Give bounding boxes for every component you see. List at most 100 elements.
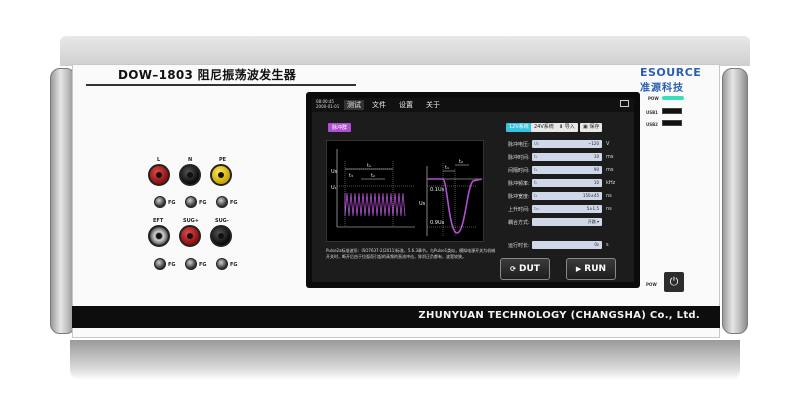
wave-label-u1: U₁: [331, 185, 337, 191]
waveform-diagram: Us U₁ t₁ t₂ t₃ Us 0.1Us 0.9Us t₁ t₂: [326, 140, 484, 242]
terminal-pe[interactable]: [210, 164, 232, 186]
usb2-port[interactable]: [662, 120, 682, 126]
param-field-rise[interactable]: t₅ₘ 5±1.5: [532, 205, 602, 213]
terminal-label-n: N: [188, 157, 193, 163]
monitor-icon[interactable]: [620, 100, 629, 107]
title-underline: [86, 84, 356, 86]
usb1-port[interactable]: [662, 108, 682, 114]
param-label-voltage: 脉冲电压:: [508, 142, 530, 148]
waveform-description: Pulse2a标准波形：ISO7637-2(2011)标准，5.6.3章节。与P…: [326, 248, 496, 259]
param-field-frequency[interactable]: f₀ 10: [532, 179, 602, 187]
param-field-width[interactable]: t₄ 150±45: [532, 192, 602, 200]
footer-company: ZHUNYUAN TECHNOLOGY (CHANGSHA) Co., Ltd.: [418, 310, 700, 321]
terminal-label-sug-minus: SUG-: [215, 218, 229, 224]
terminal-label-sug-plus: SUG+: [183, 218, 199, 224]
fg-label-2: FG: [199, 200, 207, 206]
wave-label-t3: t₃: [349, 173, 353, 179]
menu-test[interactable]: 测试: [344, 100, 364, 110]
run-button[interactable]: ▶ RUN: [566, 258, 616, 280]
runtime-unit: s: [606, 242, 609, 248]
param-label-frequency: 脉冲频率:: [508, 181, 530, 187]
run-button-label: RUN: [584, 264, 607, 274]
fg-terminal-2[interactable]: [185, 196, 197, 208]
model-title: DOW–1803 阻尼振荡波发生器: [118, 68, 297, 82]
arrow-circle-icon: ⟳: [510, 265, 516, 273]
param-field-pulse-time[interactable]: t₁ 10: [532, 153, 602, 161]
fg-label-1: FG: [168, 200, 176, 206]
save-label: 保存: [589, 124, 600, 130]
wave-label-t2: t₂: [371, 173, 375, 179]
terminal-label-pe: PE: [219, 157, 227, 163]
tab-12v-system[interactable]: 12V系统: [506, 123, 532, 132]
chassis-top: [60, 36, 750, 66]
clock-date: 2000-01-01: [316, 104, 340, 109]
device-photo: DOW–1803 阻尼振荡波发生器 ESOURCE 准源科技 ZHUNYUAN …: [0, 0, 800, 410]
param-field-interval[interactable]: t₂ 90: [532, 166, 602, 174]
play-icon: ▶: [575, 265, 582, 273]
pulse-type-tag[interactable]: 脉冲群: [328, 123, 352, 132]
tab-save[interactable]: ▣ 保存: [580, 123, 603, 132]
wave-label-t-peak: t₁: [445, 165, 449, 171]
param-val-voltage: −120: [588, 141, 599, 146]
terminal-label-eft: EFT: [153, 218, 164, 224]
terminal-sug-plus[interactable]: [179, 225, 201, 247]
chassis-bottom: [70, 340, 740, 380]
eft-bnc-connector[interactable]: [148, 225, 170, 247]
param-label-pulse-time: 脉冲时间:: [508, 155, 530, 161]
menu-about[interactable]: 关于: [426, 100, 440, 110]
menu-file[interactable]: 文件: [372, 100, 386, 110]
param-val-pulse-time: 10: [593, 154, 599, 159]
tab-import[interactable]: ⬇ 导入: [556, 123, 578, 132]
waveform-svg: Us U₁ t₁ t₂ t₃ Us 0.1Us 0.9Us t₁ t₂: [331, 149, 483, 236]
fg-terminal-5[interactable]: [185, 258, 197, 270]
fg-terminal-4[interactable]: [154, 258, 166, 270]
fg-terminal-3[interactable]: [216, 196, 228, 208]
power-button-label: POW: [646, 282, 657, 287]
fg-label-4: FG: [168, 262, 176, 268]
param-unit-pulse-time: ms: [606, 154, 614, 160]
menu-settings[interactable]: 设置: [399, 100, 413, 110]
usb1-label: USB1: [646, 110, 658, 115]
screen-clock: 08:00:45 2000-01-01: [316, 99, 339, 109]
dut-button-label: DUT: [518, 264, 540, 274]
fg-terminal-6[interactable]: [216, 258, 228, 270]
terminal-n[interactable]: [179, 164, 201, 186]
fg-label-3: FG: [230, 200, 238, 206]
param-field-voltage[interactable]: Us −120: [532, 140, 602, 148]
param-ph-frequency: f₀: [534, 180, 538, 185]
power-icon: ⏻: [669, 275, 679, 288]
param-val-width: 150±45: [582, 193, 599, 198]
param-label-width: 脉冲宽度:: [508, 194, 530, 200]
terminal-l[interactable]: [148, 164, 170, 186]
param-label-coupling: 耦合方式:: [508, 220, 530, 226]
terminal-sug-minus[interactable]: [210, 225, 232, 247]
param-ph-rise: t₅ₘ: [534, 206, 540, 211]
param-val-interval: 90: [593, 167, 599, 172]
wave-label-t1: t₁: [367, 163, 371, 169]
right-handle: [722, 68, 748, 334]
coupling-select[interactable]: 开路 ▾: [532, 218, 602, 226]
wave-label-09us: 0.9Us: [430, 220, 445, 226]
runtime-value: 0s: [594, 242, 599, 247]
pow-indicator-label: POW: [648, 96, 659, 101]
brand-logo-en: ESOURCE: [640, 66, 702, 79]
wave-label-t-top: t₂: [459, 159, 463, 165]
power-button[interactable]: ⏻: [664, 272, 684, 292]
import-label: 导入: [564, 124, 575, 130]
param-unit-frequency: kHz: [606, 180, 616, 186]
tab-24v-system[interactable]: 24V系统: [531, 123, 557, 132]
param-val-rise: 5±1.5: [586, 206, 599, 211]
param-unit-interval: ms: [606, 167, 614, 173]
power-led: [662, 96, 684, 100]
param-unit-rise: ns: [606, 206, 612, 212]
fg-label-5: FG: [199, 262, 207, 268]
wave-label-us-left: Us: [331, 169, 338, 175]
param-val-frequency: 10: [593, 180, 599, 185]
fg-label-6: FG: [230, 262, 238, 268]
fg-terminal-1[interactable]: [154, 196, 166, 208]
dut-button[interactable]: ⟳ DUT: [500, 258, 550, 280]
param-ph-width: t₄: [534, 193, 538, 198]
param-unit-voltage: V: [606, 141, 610, 147]
brand-logo-cn: 准源科技: [640, 83, 684, 94]
param-ph-interval: t₂: [534, 167, 538, 172]
